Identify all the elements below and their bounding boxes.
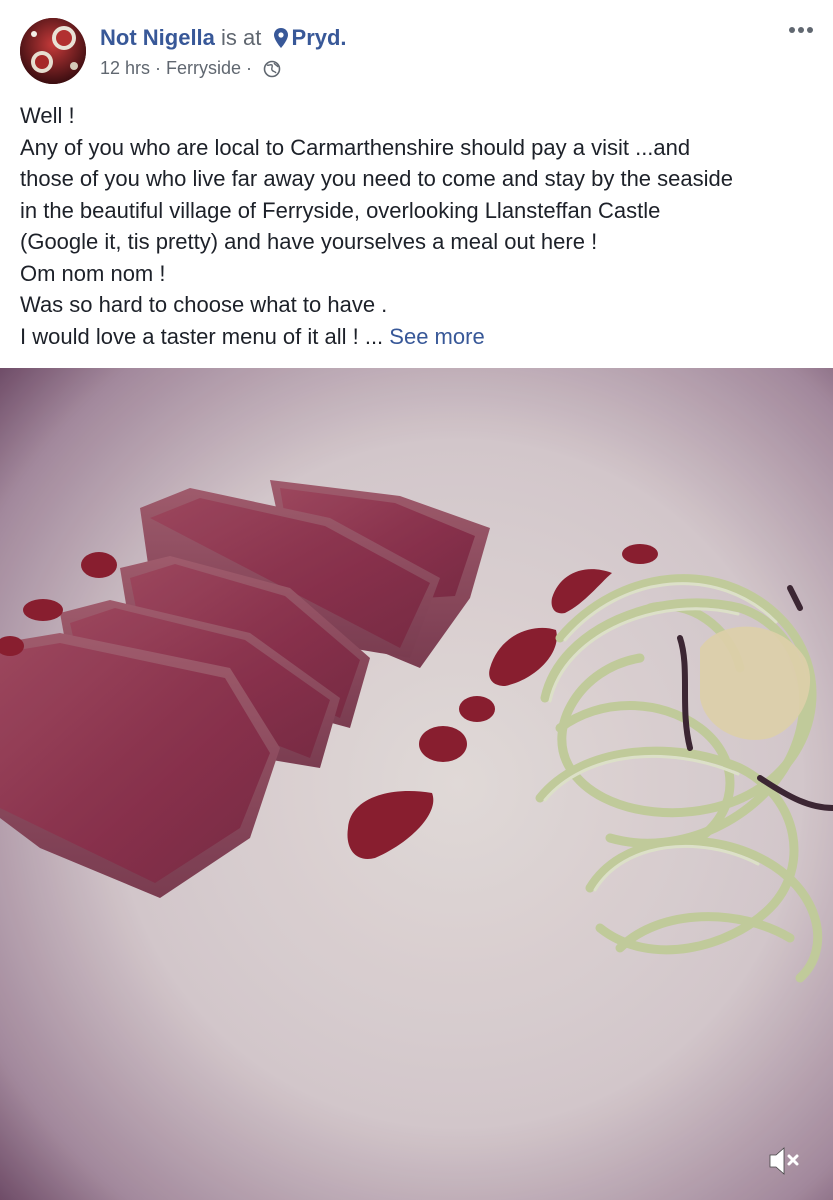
see-more-link[interactable]: See more	[389, 324, 484, 349]
muted-speaker-icon[interactable]	[767, 1144, 803, 1178]
post-text: Well ! Any of you who are local to Carma…	[20, 100, 820, 352]
post-text-line: those of you who live far away you need …	[20, 166, 733, 191]
post-meta: 12 hrs · Ferryside ·	[100, 56, 281, 84]
post-text-line: in the beautiful village of Ferryside, o…	[20, 197, 661, 223]
place-link[interactable]: Pryd.	[292, 25, 347, 50]
post-video[interactable]	[0, 368, 833, 1200]
post-header: Not Nigella is at Pryd. 12 hrs · Ferryside…	[0, 0, 833, 92]
post-time[interactable]: 12 hrs	[100, 58, 150, 78]
location-pin-icon	[273, 27, 288, 55]
globe-icon[interactable]	[263, 60, 281, 84]
more-options-icon[interactable]	[783, 18, 819, 42]
post-text-line: I would love a taster menu of it all ! .…	[20, 323, 384, 349]
author-verb: is at	[221, 25, 262, 50]
post-text-line: (Google it, tis pretty) and have yoursel…	[20, 229, 598, 254]
meta-separator: ·	[246, 58, 253, 78]
post-text-line: Was so hard to choose what to have .	[20, 292, 388, 317]
post-location[interactable]: Ferryside	[166, 58, 241, 78]
post-text-line: Well !	[20, 103, 75, 128]
author-line: Not Nigella is at Pryd.	[100, 24, 347, 55]
post-text-line: Om nom nom !	[20, 260, 166, 286]
avatar[interactable]	[20, 18, 86, 84]
post-card: Not Nigella is at Pryd. 12 hrs · Ferryside…	[0, 0, 833, 1200]
meta-separator: ·	[155, 58, 162, 78]
author-name[interactable]: Not Nigella	[100, 25, 215, 50]
post-text-line-last: I would love a taster menu of it all ! .…	[20, 321, 820, 353]
post-text-line: Any of you who are local to Carmarthensh…	[20, 134, 691, 160]
